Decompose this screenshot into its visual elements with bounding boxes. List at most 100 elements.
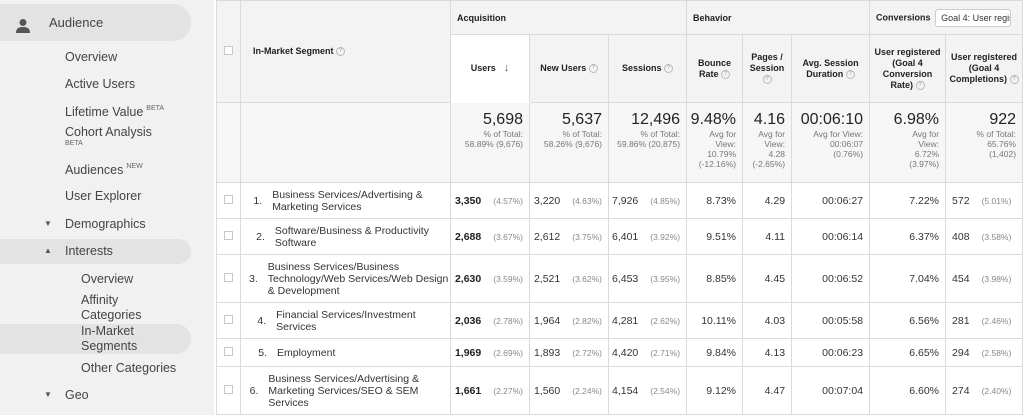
conversion-rate-cell: 6.56% bbox=[869, 302, 947, 339]
row-checkbox[interactable] bbox=[224, 272, 233, 282]
segment-cell: 1. Business Services/Advertising & Market… bbox=[240, 182, 451, 219]
sidebar-subitem-in-market-selected[interactable]: In-Market Segments bbox=[0, 324, 191, 354]
row-checkbox-cell bbox=[216, 218, 241, 255]
sidebar-subitem-overview[interactable]: Overview bbox=[81, 272, 133, 287]
conversion-rate-cell: 7.22% bbox=[869, 182, 947, 219]
row-checkbox[interactable] bbox=[224, 346, 233, 356]
sidebar-item-active-users[interactable]: Active Users bbox=[65, 77, 135, 92]
new-users-cell: 1,964 (2.82%) bbox=[529, 302, 609, 339]
sort-desc-icon: ↓ bbox=[503, 62, 510, 74]
completions-cell: 294 (2.58%) bbox=[945, 338, 1024, 367]
pages-session-cell: 4.13 bbox=[742, 338, 793, 367]
row-checkbox-cell bbox=[216, 254, 241, 303]
bounce-rate-header[interactable]: Bounce Rate ? bbox=[686, 34, 744, 103]
help-icon[interactable]: ? bbox=[336, 47, 346, 57]
table-row[interactable]: 1. Business Services/Advertising & Market… bbox=[216, 182, 1024, 219]
sidebar-item-label: Interests bbox=[65, 244, 113, 258]
avg-duration-header[interactable]: Avg. Session Duration ? bbox=[791, 34, 871, 103]
total-avg-duration: 00:06:10 Avg for View: 00:06:07 (0.76%) bbox=[791, 102, 871, 183]
beta-badge: BETA bbox=[146, 105, 165, 112]
row-checkbox-cell bbox=[216, 302, 241, 339]
table-row[interactable]: 5. Employment 1,969 (2.69%) 1,893 (2.72%) 4,42… bbox=[216, 338, 1024, 367]
sessions-cell: 4,281 (2.62%) bbox=[607, 302, 688, 339]
table-row[interactable]: 6. Business Services/Advertising & Market… bbox=[216, 366, 1024, 415]
table-row[interactable]: 4. Financial Services/Investment Services… bbox=[216, 302, 1024, 339]
completions-header[interactable]: User registered (Goal 4 Completions) ? bbox=[945, 34, 1024, 103]
segment-link[interactable]: Software/Business & Productivity Softwar… bbox=[275, 225, 450, 249]
segment-link[interactable]: Employment bbox=[277, 347, 335, 359]
table-row[interactable]: 3. Business Services/Business Technology/… bbox=[216, 254, 1024, 303]
row-index: 3. bbox=[249, 272, 258, 285]
sidebar: Audience Overview Active Users Lifetime … bbox=[0, 0, 214, 415]
sidebar-item-label: Cohort Analysis bbox=[65, 125, 152, 139]
sidebar-item-cohort-analysis[interactable]: Cohort Analysis BETA bbox=[65, 125, 152, 147]
row-checkbox[interactable] bbox=[224, 384, 233, 394]
sessions-header[interactable]: Sessions ? bbox=[607, 34, 688, 103]
segment-link[interactable]: Business Services/Advertising & Marketin… bbox=[268, 373, 449, 409]
sidebar-item-label: Lifetime Value bbox=[65, 105, 144, 119]
conversions-group-header: Conversions Goal 4: User registered bbox=[869, 0, 1024, 35]
avg-duration-cell: 00:07:04 bbox=[791, 366, 871, 415]
row-checkbox[interactable] bbox=[224, 194, 233, 204]
segment-link[interactable]: Business Services/Business Technology/We… bbox=[268, 261, 450, 297]
row-index: 6. bbox=[249, 384, 259, 397]
pages-session-header[interactable]: Pages / Session ? bbox=[742, 34, 793, 103]
help-icon[interactable]: ? bbox=[762, 75, 772, 85]
table-row[interactable]: 2. Software/Business & Productivity Softw… bbox=[216, 218, 1024, 255]
help-icon[interactable]: ? bbox=[721, 69, 731, 79]
users-cell: 3,350 (4.57%) bbox=[450, 182, 530, 219]
segment-link[interactable]: Financial Services/Investment Services bbox=[276, 309, 449, 333]
row-index: 2. bbox=[256, 230, 265, 243]
bounce-rate-cell: 8.85% bbox=[686, 254, 744, 303]
totals-empty-cell bbox=[216, 102, 241, 183]
help-icon[interactable]: ? bbox=[1009, 75, 1019, 85]
row-checkbox[interactable] bbox=[224, 230, 233, 240]
sidebar-audience-header[interactable]: Audience bbox=[0, 4, 191, 41]
sidebar-item-demographics[interactable]: Demographics bbox=[65, 217, 146, 232]
conversion-rate-cell: 6.65% bbox=[869, 338, 947, 367]
sidebar-item-audiences[interactable]: Audiences NEW bbox=[65, 159, 143, 178]
segment-cell: 5. Employment bbox=[240, 338, 451, 367]
row-checkbox[interactable] bbox=[224, 314, 233, 324]
sidebar-subitem-other[interactable]: Other Categories bbox=[81, 361, 176, 376]
totals-empty-cell bbox=[240, 102, 451, 183]
person-icon bbox=[16, 19, 30, 33]
sidebar-item-user-explorer[interactable]: User Explorer bbox=[65, 189, 141, 204]
help-icon[interactable]: ? bbox=[915, 80, 925, 90]
users-cell: 1,969 (2.69%) bbox=[450, 338, 530, 367]
conversion-rate-cell: 7.04% bbox=[869, 254, 947, 303]
new-users-cell: 1,560 (2.24%) bbox=[529, 366, 609, 415]
segment-link[interactable]: Business Services/Advertising & Marketin… bbox=[272, 189, 449, 213]
help-icon[interactable]: ? bbox=[588, 64, 598, 74]
row-checkbox-cell bbox=[216, 366, 241, 415]
row-index: 1. bbox=[253, 194, 263, 207]
sidebar-item-lifetime-value[interactable]: Lifetime Value BETA bbox=[65, 101, 164, 120]
sidebar-item-label: Audiences bbox=[65, 163, 124, 177]
sidebar-subitem-affinity[interactable]: Affinity Categories bbox=[81, 293, 161, 323]
new-users-cell: 3,220 (4.63%) bbox=[529, 182, 609, 219]
help-icon[interactable]: ? bbox=[664, 64, 674, 74]
sidebar-item-interests[interactable]: ▲ Interests bbox=[0, 239, 191, 264]
chevron-down-icon[interactable]: ▼ bbox=[44, 390, 52, 399]
chevron-down-icon[interactable]: ▼ bbox=[44, 219, 52, 228]
pages-session-cell: 4.11 bbox=[742, 218, 793, 255]
new-users-header[interactable]: New Users ? bbox=[529, 34, 609, 103]
sidebar-item-overview[interactable]: Overview bbox=[65, 50, 117, 65]
row-index: 4. bbox=[257, 314, 267, 327]
new-users-cell: 1,893 (2.72%) bbox=[529, 338, 609, 367]
conversion-rate-header[interactable]: User registered (Goal 4 Conversion Rate)… bbox=[869, 34, 947, 103]
pages-session-cell: 4.29 bbox=[742, 182, 793, 219]
goal-select[interactable]: Goal 4: User registered bbox=[935, 8, 1012, 27]
sidebar-item-geo[interactable]: Geo bbox=[65, 388, 89, 403]
row-checkbox-cell bbox=[216, 338, 241, 367]
completions-cell: 454 (3.98%) bbox=[945, 254, 1024, 303]
users-header[interactable]: Users ↓ bbox=[450, 34, 530, 103]
sessions-cell: 4,154 (2.54%) bbox=[607, 366, 688, 415]
pages-session-cell: 4.45 bbox=[742, 254, 793, 303]
segment-header[interactable]: In-Market Segment ? bbox=[240, 0, 451, 103]
select-all-checkbox[interactable] bbox=[224, 46, 233, 55]
help-icon[interactable]: ? bbox=[845, 69, 855, 79]
completions-cell: 274 (2.40%) bbox=[945, 366, 1024, 415]
avg-duration-cell: 00:06:52 bbox=[791, 254, 871, 303]
bounce-rate-cell: 9.84% bbox=[686, 338, 744, 367]
